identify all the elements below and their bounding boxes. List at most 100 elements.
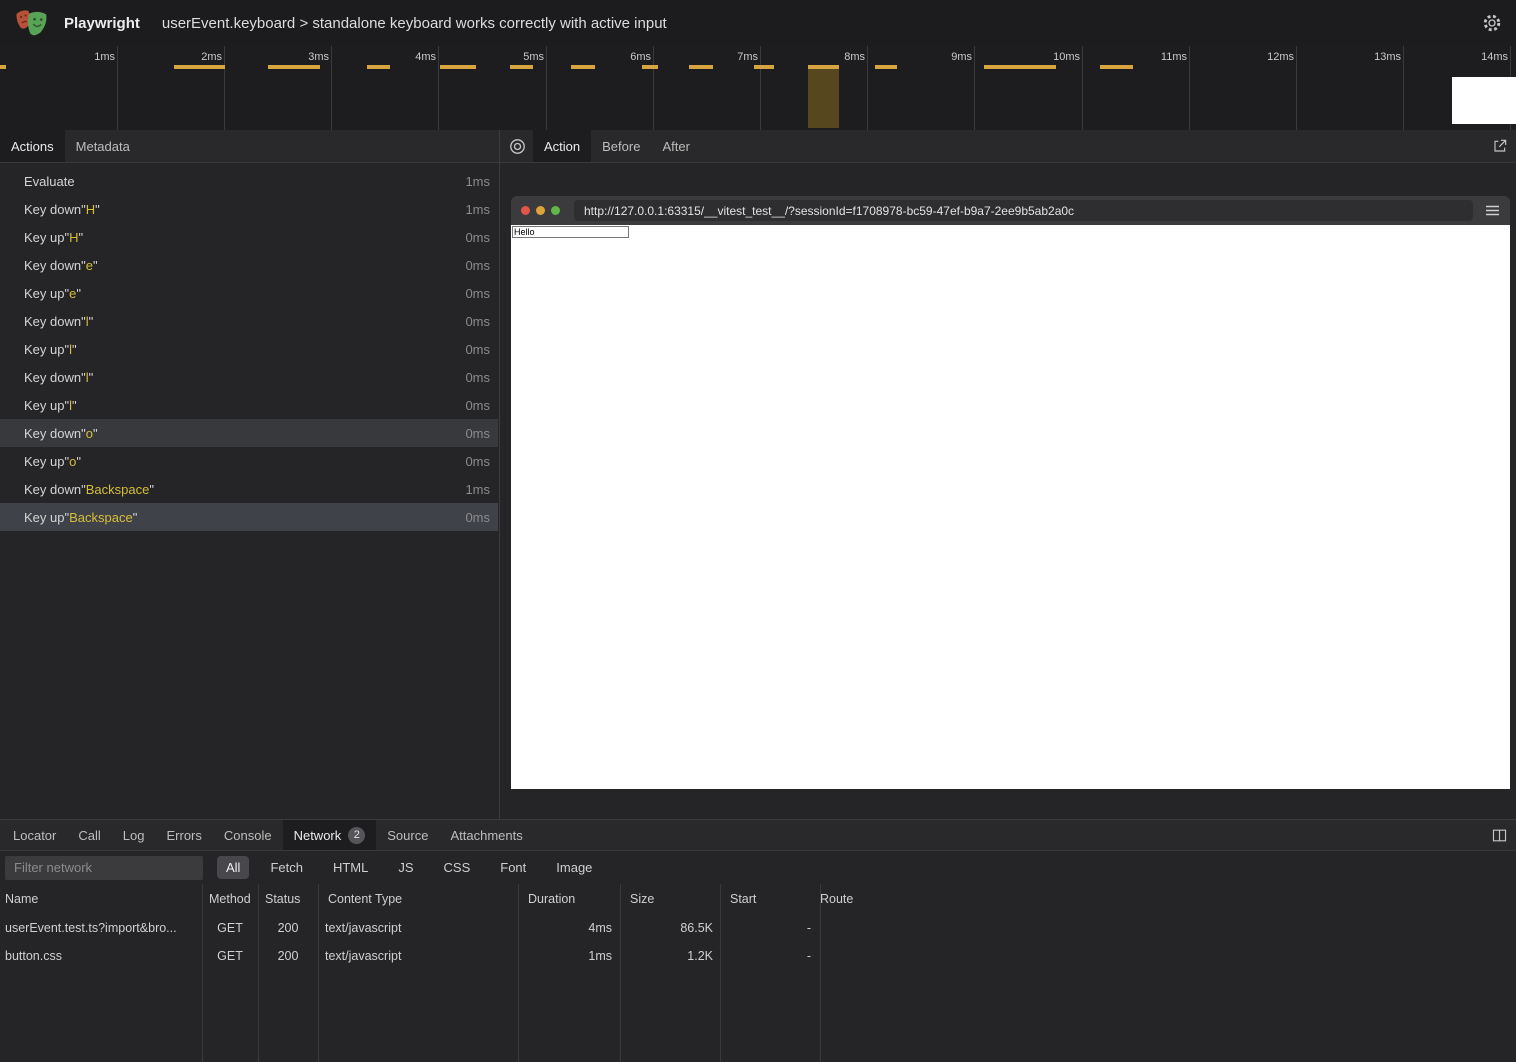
timeline-screenshot-thumbnail[interactable] [1452,77,1516,124]
network-table-body: userEvent.test.ts?import&bro... GET 200 … [0,914,1516,970]
action-list-item[interactable]: Key down "l" 0ms [0,363,498,391]
window-maximize-dot-icon [551,206,560,215]
open-external-icon[interactable] [1492,138,1508,157]
tab-label: Before [602,139,640,154]
network-type-filter-chip[interactable]: CSS [435,856,480,879]
network-table-row[interactable]: userEvent.test.ts?import&bro... GET 200 … [0,914,1516,942]
hello-text-input[interactable] [512,226,629,238]
timeline-action-bar[interactable] [875,65,897,69]
network-table-row[interactable]: button.css GET 200 text/javascript 1ms 1… [0,942,1516,970]
timeline-action-bar[interactable] [0,65,6,69]
action-title: Key down [24,314,81,329]
chip-label: Font [500,860,526,875]
network-filter-input[interactable] [5,856,203,880]
timeline-selected-action-bar[interactable] [808,65,839,128]
timeline-tick: 9ms [974,46,975,130]
actions-panel-tab[interactable]: Metadata [65,130,141,162]
action-list-item[interactable]: Key down "e" 0ms [0,251,498,279]
request-size: 1.2K [620,942,720,970]
action-list-item[interactable]: Key up "e" 0ms [0,279,498,307]
network-column-header: Method [202,884,258,914]
snapshot-tab-strip: Action Before After [500,130,1516,163]
network-type-filter-chip[interactable]: HTML [324,856,377,879]
action-list-item[interactable]: Key up "o" 0ms [0,447,498,475]
action-list-item[interactable]: Key down "o" 0ms [0,419,498,447]
timeline-tick-label: 8ms [844,51,865,63]
action-list-item[interactable]: Key down "l" 0ms [0,307,498,335]
drawer-tab[interactable]: Errors [155,820,212,850]
network-type-filter-chip[interactable]: Fetch [261,856,312,879]
drawer-tab[interactable]: Call [67,820,111,850]
timeline-action-bar[interactable] [571,65,595,69]
column-divider [202,884,203,1062]
action-key-value: H [69,230,78,245]
drawer-tab[interactable]: Log [112,820,156,850]
request-route [820,914,1516,942]
drawer-tab[interactable]: Console [213,820,283,850]
timeline-action-bar[interactable] [1100,65,1133,69]
action-title: Key up [24,230,64,245]
timeline-action-bar[interactable] [754,65,774,69]
network-type-filter-chip[interactable]: All [217,856,249,879]
timeline-action-bar[interactable] [367,65,390,69]
drawer-tabs: Locator Call Log Errors [2,820,534,850]
actions-panel-tab[interactable]: Actions [0,130,65,162]
timeline-tick-label: 14ms [1481,51,1508,63]
action-list-item[interactable]: Key up "l" 0ms [0,335,498,363]
network-type-filter-chip[interactable]: JS [389,856,422,879]
pick-locator-icon[interactable] [500,130,533,162]
snapshot-panel: Action Before After [500,130,1516,819]
drawer-tab[interactable]: Network 2 [283,820,377,850]
timeline-action-bar[interactable] [510,65,533,69]
snapshot-tab[interactable]: After [651,130,700,162]
snapshot-tab[interactable]: Action [533,130,591,162]
action-list-item[interactable]: Key up "H" 0ms [0,223,498,251]
action-list-item[interactable]: Key up "l" 0ms [0,391,498,419]
request-method: GET [202,914,258,942]
timeline-action-bar[interactable] [984,65,1056,69]
action-key-value: o [86,426,93,441]
timeline-tick-label: 2ms [201,51,222,63]
action-title: Key down [24,202,81,217]
action-title: Key up [24,286,64,301]
action-key-value: Backspace [86,482,150,497]
timeline-action-bar[interactable] [440,65,476,69]
settings-gear-icon[interactable] [1482,13,1502,33]
timeline-action-bar[interactable] [689,65,713,69]
action-duration: 0ms [465,398,490,413]
tab-label: Source [387,828,428,843]
timeline-action-bar[interactable] [642,65,658,69]
action-list-item[interactable]: Key up "Backspace" 0ms [0,503,498,531]
tab-label: After [662,139,689,154]
request-duration: 4ms [518,914,620,942]
drawer-tab[interactable]: Locator [2,820,67,850]
drawer-tab[interactable]: Attachments [439,820,533,850]
action-list-item[interactable]: Key down "Backspace" 1ms [0,475,498,503]
action-list-item[interactable]: Key down "H" 1ms [0,195,498,223]
chip-label: Fetch [270,860,303,875]
network-type-filter-chip[interactable]: Font [491,856,535,879]
timeline-tick-label: 7ms [737,51,758,63]
request-content-type: text/javascript [318,914,518,942]
action-key-value: e [86,258,93,273]
timeline-filmstrip[interactable]: 1ms 2ms 3ms 4ms 5ms 6ms [0,46,1516,132]
request-content-type: text/javascript [318,942,518,970]
request-name: button.css [0,942,202,970]
timeline-tick: 12ms [1296,46,1297,130]
network-table-header: Name Method Status Content Type Duration… [0,884,1516,914]
app-title: Playwright [64,15,140,32]
timeline-action-bar[interactable] [174,65,225,69]
tab-label: Locator [13,828,56,843]
snapshot-tab[interactable]: Before [591,130,651,162]
action-list-item[interactable]: Evaluate 1ms [0,167,498,195]
timeline-tick-label: 12ms [1267,51,1294,63]
network-type-filter-chip[interactable]: Image [547,856,601,879]
action-key-value: H [86,202,95,217]
network-column-header: Content Type [318,884,518,914]
request-duration: 1ms [518,942,620,970]
network-column-header: Size [620,884,720,914]
timeline-tick: 7ms [760,46,761,130]
drawer-tab[interactable]: Source [376,820,439,850]
timeline-action-bar[interactable] [268,65,320,69]
toggle-panel-layout-icon[interactable] [1491,827,1508,847]
